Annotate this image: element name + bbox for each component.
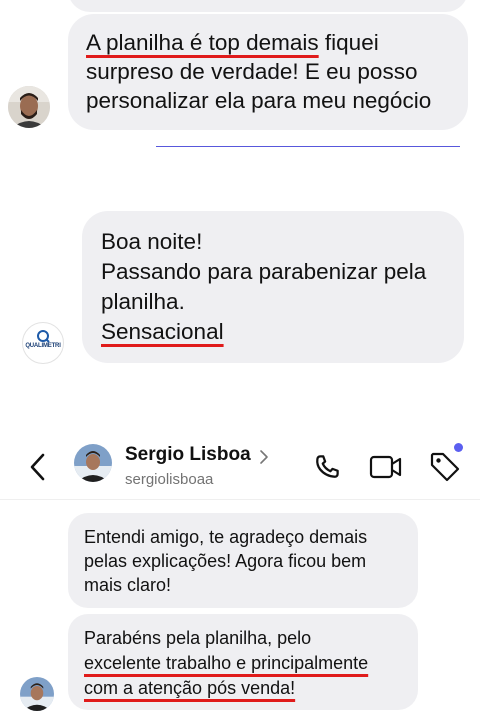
message-bubble: A planilha é top demais fiquei surpreso … xyxy=(68,14,468,130)
message-line: Parabéns pela planilha, pelo xyxy=(84,628,312,648)
avatar[interactable] xyxy=(8,86,50,128)
logo-text: QUALIMETRI xyxy=(25,343,61,349)
contact-username: sergiolisboaa xyxy=(125,471,214,488)
message-line: Entendi amigo, te agradeço demais xyxy=(84,527,368,547)
profile-photo-icon xyxy=(8,86,50,128)
avatar[interactable] xyxy=(74,444,112,482)
highlighted-text: Sensacional xyxy=(101,319,224,344)
bubble-top-fragment xyxy=(68,0,468,12)
header-divider xyxy=(0,499,480,500)
message-line: pelas explicações! Agora ficou bem xyxy=(84,551,367,571)
header-bar: Sergio Lisboa sergiolisboaa xyxy=(0,430,480,496)
message-line: excelente trabalho e principalmente xyxy=(84,651,402,676)
message-bubble: Boa noite! Passando para parabenizar pel… xyxy=(82,211,464,363)
contact-name[interactable]: Sergio Lisboa xyxy=(125,444,251,466)
message-bubble: Parabéns pela planilha, pelo excelente t… xyxy=(68,614,418,710)
message-line: mais claro! xyxy=(84,575,172,595)
profile-photo-icon xyxy=(74,444,112,482)
highlighted-text: excelente trabalho e principalmente xyxy=(84,653,369,673)
message-bubble: Entendi amigo, te agradeço demais pelas … xyxy=(68,513,418,608)
avatar[interactable] xyxy=(20,677,54,711)
avatar-logo[interactable]: QUALIMETRI xyxy=(22,322,64,364)
message-line: Boa noite! xyxy=(101,229,203,254)
message-line: planilha. xyxy=(101,289,185,314)
message-line: Sensacional xyxy=(101,317,445,347)
phone-icon[interactable] xyxy=(312,452,342,482)
message-line: surpreso de verdade! E eu posso xyxy=(86,59,418,84)
chevron-left-icon[interactable] xyxy=(27,452,49,482)
notification-dot xyxy=(454,443,463,452)
divider-line xyxy=(156,146,460,147)
highlighted-text: com a atenção pós venda! xyxy=(84,678,296,698)
chevron-right-icon[interactable] xyxy=(259,449,269,465)
message-line: com a atenção pós venda! xyxy=(84,676,402,701)
profile-photo-icon xyxy=(20,677,54,711)
tag-icon[interactable] xyxy=(428,450,462,484)
highlighted-text: A planilha é top demais xyxy=(86,30,319,55)
message-line: personalizar ela para meu negócio xyxy=(86,88,432,113)
message-line: A planilha é top demais fiquei xyxy=(86,30,379,55)
video-camera-icon[interactable] xyxy=(369,454,403,480)
message-line: Passando para parabenizar pela xyxy=(101,259,427,284)
